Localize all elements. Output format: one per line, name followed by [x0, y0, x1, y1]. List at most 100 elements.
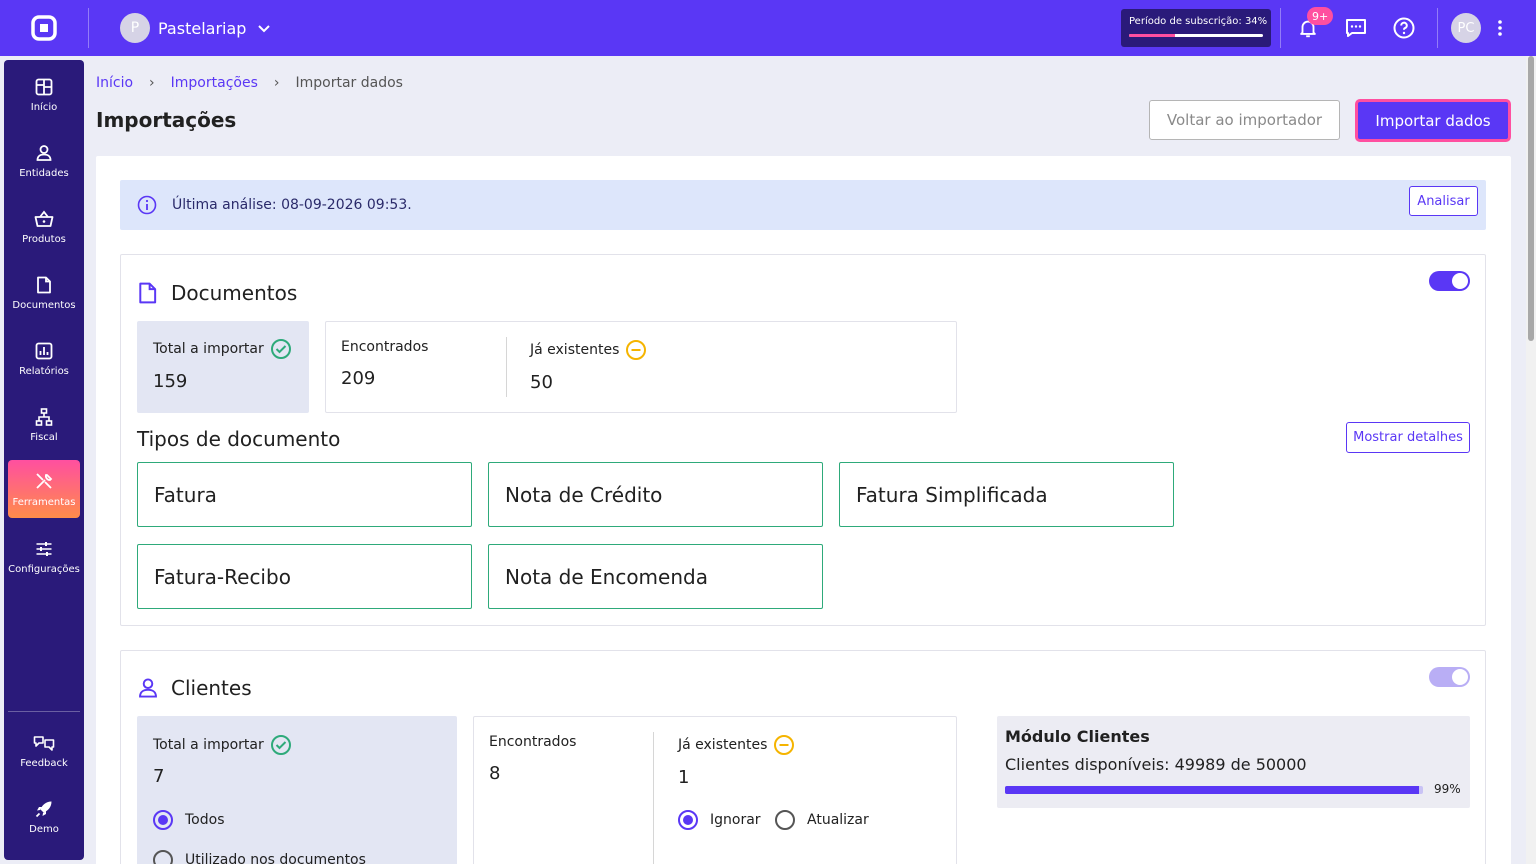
sidebar-item-inicio[interactable]: Início — [8, 66, 80, 124]
rocket-icon — [35, 801, 52, 817]
sidebar-item-documentos[interactable]: Documentos — [8, 264, 80, 322]
documents-header: Documentos — [137, 281, 297, 305]
documents-existing-value: 50 — [530, 372, 553, 393]
minus-circle-icon — [774, 735, 795, 755]
app-logo-icon[interactable] — [30, 14, 58, 42]
doc-type-card[interactable]: Nota de Crédito — [488, 462, 823, 527]
sidebar-item-label: Início — [30, 101, 58, 113]
sidebar-item-label: Entidades — [19, 167, 69, 179]
breadcrumb-current: Importar dados — [295, 75, 403, 91]
documents-title: Documentos — [171, 281, 298, 305]
clients-module-box: Módulo Clientes Clientes disponíveis: 49… — [997, 716, 1470, 808]
import-data-button[interactable]: Importar dados — [1355, 99, 1511, 142]
divider — [506, 337, 507, 397]
module-progress-percent: 99% — [1434, 782, 1461, 796]
back-to-importer-button[interactable]: Voltar ao importador — [1149, 100, 1340, 140]
sidebar-item-configuracoes[interactable]: Configurações — [8, 528, 80, 586]
sidebar-item-label: Fiscal — [30, 431, 58, 443]
radio-checked-icon — [678, 810, 698, 830]
option-all-label: Todos — [185, 812, 225, 828]
tools-icon — [36, 472, 53, 489]
info-icon — [137, 195, 157, 215]
page-scrollbar[interactable] — [1526, 56, 1536, 864]
top-bar: P Pastelariap Período de subscrição: 34%… — [0, 0, 1536, 56]
clients-header: Clientes — [137, 676, 252, 700]
minus-circle-icon — [626, 340, 647, 360]
check-circle-icon — [270, 735, 291, 755]
option-update-radio[interactable]: Atualizar — [775, 810, 869, 830]
check-circle-icon — [270, 339, 291, 359]
option-used-radio[interactable]: Utilizado nos documentos — [153, 850, 366, 864]
subscription-label: Período de subscrição: 34% — [1129, 16, 1268, 27]
radio-unchecked-icon — [153, 850, 173, 864]
subscription-period[interactable]: Período de subscrição: 34% — [1121, 9, 1271, 47]
sidebar-item-label: Demo — [29, 823, 59, 835]
breadcrumb-imports-link[interactable]: Importações — [171, 75, 258, 91]
basket-icon — [34, 210, 54, 227]
chart-icon — [35, 342, 53, 359]
dashboard-icon — [35, 78, 53, 95]
more-vertical-icon[interactable] — [1486, 14, 1514, 42]
user-icon — [36, 144, 52, 161]
sidebar-item-label: Produtos — [22, 233, 66, 245]
sidebar-item-label: Documentos — [12, 299, 76, 311]
radio-checked-icon — [153, 810, 173, 830]
divider — [1437, 8, 1438, 48]
sidebar-item-label: Configurações — [8, 563, 80, 575]
breadcrumb-home-link[interactable]: Início — [96, 75, 133, 91]
sidebar-item-label: Feedback — [20, 757, 68, 769]
clients-title: Clientes — [171, 676, 252, 700]
sliders-icon — [36, 541, 52, 556]
chat-icon[interactable] — [1342, 14, 1370, 42]
sidebar-item-entidades[interactable]: Entidades — [8, 132, 80, 190]
sidebar-item-label: Relatórios — [19, 365, 69, 377]
total-label-text: Total a importar — [153, 737, 264, 753]
divider — [653, 732, 654, 864]
help-icon[interactable] — [1390, 14, 1418, 42]
radio-unchecked-icon — [775, 810, 795, 830]
sidebar-item-label: Ferramentas — [12, 496, 76, 508]
user-avatar[interactable]: PC — [1451, 13, 1481, 43]
sidebar-item-relatorios[interactable]: Relatórios — [8, 330, 80, 388]
show-details-button[interactable]: Mostrar detalhes — [1346, 422, 1470, 453]
doc-type-card[interactable]: Fatura Simplificada — [839, 462, 1174, 527]
doc-type-card[interactable]: Fatura-Recibo — [137, 544, 472, 609]
clients-existing-value: 1 — [678, 767, 690, 788]
sidebar-item-demo[interactable]: Demo — [8, 788, 80, 846]
sidebar-item-produtos[interactable]: Produtos — [8, 198, 80, 256]
clients-total-label: Total a importar — [153, 734, 292, 756]
clients-found-label: Encontrados — [489, 734, 577, 750]
module-progress-fill — [1005, 786, 1419, 794]
breadcrumb: Início › Importações › Importar dados — [96, 75, 403, 91]
option-ignore-radio[interactable]: Ignorar — [678, 810, 761, 830]
documents-toggle[interactable] — [1429, 271, 1470, 291]
clients-toggle[interactable] — [1429, 667, 1470, 687]
doc-type-card[interactable]: Fatura — [137, 462, 472, 527]
sidebar-item-feedback[interactable]: Feedback — [8, 722, 80, 780]
sidebar-item-fiscal[interactable]: Fiscal — [8, 396, 80, 454]
document-types-title: Tipos de documento — [137, 427, 341, 451]
sidebar-item-ferramentas[interactable]: Ferramentas — [8, 460, 80, 518]
analyze-button[interactable]: Analisar — [1409, 186, 1478, 216]
sidebar: Início Entidades Produtos Documentos Rel… — [4, 60, 84, 860]
scrollbar-thumb[interactable] — [1528, 56, 1534, 341]
module-progress-bar — [1005, 786, 1423, 794]
feedback-icon — [33, 735, 55, 751]
subscription-progress-bar — [1129, 34, 1263, 37]
company-avatar: P — [120, 13, 150, 43]
user-icon — [139, 678, 157, 698]
notification-badge: 9+ — [1307, 7, 1334, 25]
existing-label-text: Já existentes — [678, 737, 768, 753]
clients-total-value: 7 — [153, 766, 165, 787]
option-used-label: Utilizado nos documentos — [185, 852, 366, 864]
hierarchy-icon — [35, 407, 53, 426]
doc-type-card[interactable]: Nota de Encomenda — [488, 544, 823, 609]
chevron-down-icon — [258, 25, 271, 33]
toggle-knob — [1452, 273, 1468, 289]
company-selector[interactable]: P Pastelariap — [120, 13, 274, 43]
module-title: Módulo Clientes — [1005, 727, 1150, 746]
company-name: Pastelariap — [158, 18, 247, 38]
option-all-radio[interactable]: Todos — [153, 810, 224, 830]
document-icon — [139, 282, 157, 304]
documents-existing-label: Já existentes — [530, 339, 647, 361]
